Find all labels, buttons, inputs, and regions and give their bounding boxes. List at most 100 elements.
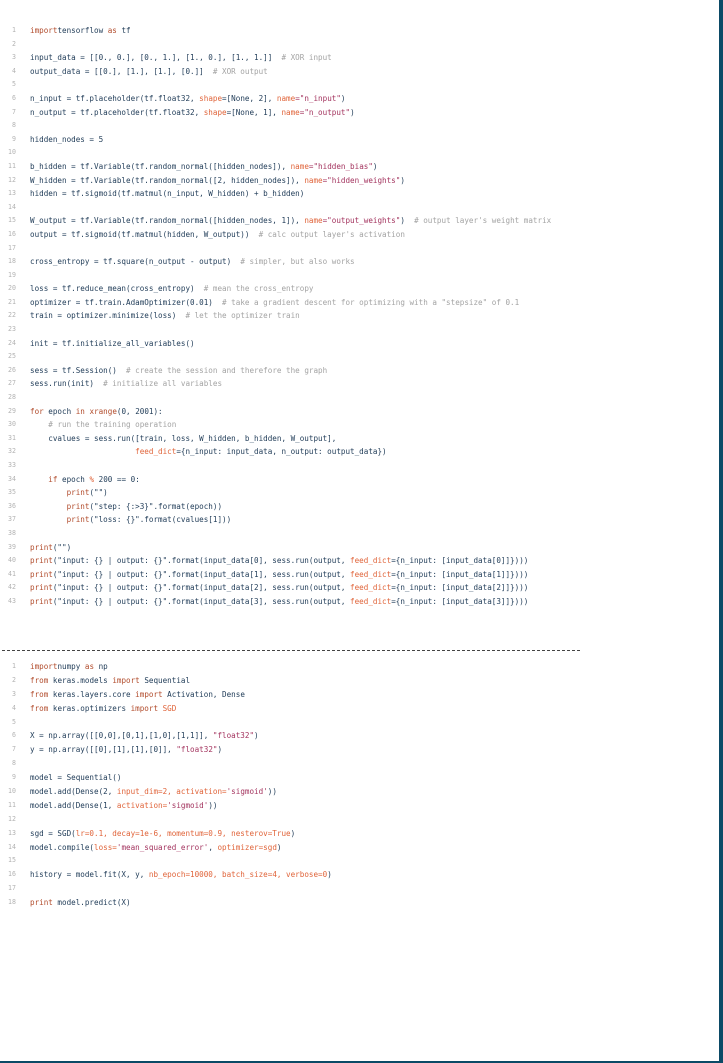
code-text: for epoch in xrange(0, 2001): [30, 405, 163, 419]
code-text: sess = tf.Session() # create the session… [30, 364, 327, 378]
code-line[interactable]: 14 [0, 201, 716, 215]
code-line[interactable]: 18 cross_entropy = tf.square(n_output - o… [0, 255, 716, 269]
code-line[interactable]: 2 from keras.models import Sequential [0, 674, 716, 688]
code-line[interactable]: 14 model.compile(loss='mean_squared_error… [0, 841, 716, 855]
code-line[interactable]: 8 [0, 757, 716, 771]
code-line[interactable]: 35 print("") [0, 486, 716, 500]
code-line[interactable]: 43 print("input: {} | output: {}".format(… [0, 595, 716, 609]
code-token: epoch [43, 406, 76, 416]
code-token: loss= [94, 842, 117, 852]
code-line[interactable]: 1 importtensorflow as tf [0, 24, 716, 38]
code-line[interactable]: 8 [0, 119, 716, 133]
code-line[interactable]: 11 model.add(Dense(1, activation='sigmoid… [0, 799, 716, 813]
code-line[interactable]: 10 [0, 146, 716, 160]
code-line[interactable]: 3 input_data = [[0., 0.], [0., 1.], [1., … [0, 51, 716, 65]
code-token: ={n_input: [input_data[3]]}))) [391, 596, 529, 606]
code-line[interactable]: 24 init = tf.initialize_all_variables() [0, 337, 716, 351]
code-line[interactable]: 16 output = tf.sigmoid(tf.matmul(hidden, … [0, 228, 716, 242]
code-line[interactable]: 32 feed_dict={n_input: input_data, n_out… [0, 445, 716, 459]
line-number: 5 [12, 717, 16, 726]
code-line[interactable]: 6 n_input = tf.placeholder(tf.float32, sh… [0, 92, 716, 106]
line-number: 34 [8, 474, 16, 483]
code-line[interactable]: 1 importnumpy as np [0, 660, 716, 674]
code-line[interactable]: 10 model.add(Dense(2, input_dim=2, activa… [0, 785, 716, 799]
code-line[interactable]: 5 [0, 716, 716, 730]
code-line[interactable]: 7 n_output = tf.placeholder(tf.float32, s… [0, 106, 716, 120]
line-number: 22 [8, 311, 16, 320]
code-token: 'mean_squared_error' [116, 842, 209, 852]
code-line[interactable]: 40 print("input: {} | output: {}".format(… [0, 554, 716, 568]
code-token: ) [276, 842, 282, 852]
code-line[interactable]: 4 from keras.optimizers import SGD [0, 702, 716, 716]
code-line[interactable]: 17 [0, 882, 716, 896]
line-number: 4 [12, 66, 16, 75]
code-line[interactable]: 15 [0, 854, 716, 868]
code-line[interactable]: 3 from keras.layers.core import Activatio… [0, 688, 716, 702]
line-number: 21 [8, 297, 16, 306]
code-token: ={n_input: [input_data[1]]}))) [391, 569, 529, 579]
code-line[interactable]: 28 [0, 391, 716, 405]
code-line[interactable]: 12 W_hidden = tf.Variable(tf.random_norma… [0, 174, 716, 188]
code-token: n_input = tf.placeholder(tf.float32, [30, 93, 200, 103]
code-line[interactable]: 9 hidden_nodes = 5 [0, 133, 716, 147]
line-number: 27 [8, 379, 16, 388]
code-line[interactable]: 21 optimizer = tf.train.AdamOptimizer(0.0… [0, 296, 716, 310]
line-number: 12 [8, 175, 16, 184]
code-token: ) [327, 870, 332, 880]
code-line[interactable]: 34 if epoch % 200 == 0: [0, 473, 716, 487]
code-token: ("input: {} | output: {}".format(input_d… [52, 556, 351, 566]
code-token: Sequential [139, 675, 191, 685]
code-token: in [75, 406, 85, 416]
code-line[interactable]: 7 y = np.array([[0],[1],[1],[0]], "float3… [0, 743, 716, 757]
code-line[interactable]: 30 # run the training operation [0, 418, 716, 432]
code-line[interactable]: 16 history = model.fit(X, y, nb_epoch=100… [0, 868, 716, 882]
code-line[interactable]: 39 print("") [0, 541, 716, 555]
code-line[interactable]: 36 print("step: {:>3}".format(epoch)) [0, 500, 716, 514]
code-line[interactable]: 18 print model.predict(X) [0, 896, 716, 910]
code-block-keras[interactable]: 1 importnumpy as np 2 from keras.models imp… [0, 660, 716, 910]
code-line[interactable]: 27 sess.run(init) # initialize all variab… [0, 377, 716, 391]
code-line[interactable]: 2 [0, 38, 716, 52]
code-line[interactable]: 26 sess = tf.Session() # create the sessi… [0, 364, 716, 378]
line-number: 8 [12, 121, 16, 130]
line-number: 39 [8, 542, 16, 551]
code-line[interactable]: 42 print("input: {} | output: {}".format(… [0, 581, 716, 595]
code-line[interactable]: 38 [0, 527, 716, 541]
code-token: )) [267, 787, 277, 797]
code-line[interactable]: 15 W_output = tf.Variable(tf.random_norma… [0, 214, 716, 228]
code-line[interactable]: 31 cvalues = sess.run([train, loss, W_hi… [0, 432, 716, 446]
code-line[interactable]: 6 X = np.array([[0,0],[0,1],[1,0],[1,1]],… [0, 729, 716, 743]
code-line[interactable]: 23 [0, 323, 716, 337]
code-line[interactable]: 33 [0, 459, 716, 473]
line-number: 14 [8, 842, 16, 851]
line-number: 31 [8, 433, 16, 442]
code-line[interactable]: 25 [0, 350, 716, 364]
code-block-tensorflow[interactable]: 1 importtensorflow as tf 2 3 input_data = [[… [0, 24, 716, 609]
code-token: 'sigmoid' [226, 787, 268, 797]
code-token: as [107, 26, 117, 35]
code-line[interactable]: 11 b_hidden = tf.Variable(tf.random_norma… [0, 160, 716, 174]
code-line[interactable]: 4 output_data = [[0.], [1.], [1.], [0.]] … [0, 65, 716, 79]
code-line[interactable]: 37 print("loss: {}".format(cvalues[1])) [0, 513, 716, 527]
code-text: importtensorflow as tf [30, 24, 131, 38]
code-token: feed_dict [350, 569, 392, 579]
code-line[interactable]: 17 [0, 242, 716, 256]
code-line[interactable]: 13 hidden = tf.sigmoid(tf.matmul(n_input,… [0, 187, 716, 201]
code-line[interactable]: 19 [0, 269, 716, 283]
code-token: # calc output layer's activation [258, 229, 405, 239]
code-line[interactable]: 12 [0, 813, 716, 827]
code-token: name [281, 107, 300, 117]
code-token: # take a gradient descent for optimizing… [222, 297, 520, 307]
code-line[interactable]: 22 train = optimizer.minimize(loss) # let… [0, 309, 716, 323]
code-line[interactable]: 5 [0, 78, 716, 92]
code-token: epoch [57, 474, 90, 484]
code-line[interactable]: 9 model = Sequential() [0, 771, 716, 785]
code-line[interactable]: 29 for epoch in xrange(0, 2001): [0, 405, 716, 419]
code-token: hidden = tf.sigmoid(tf.matmul(n_input, W… [30, 189, 305, 199]
code-line[interactable]: 20 loss = tf.reduce_mean(cross_entropy) #… [0, 282, 716, 296]
code-token: ) [290, 828, 296, 838]
line-number: 26 [8, 365, 16, 374]
code-line[interactable]: 41 print("input: {} | output: {}".format(… [0, 568, 716, 582]
code-line[interactable]: 13 sgd = SGD(lr=0.1, decay=1e-6, momentum… [0, 827, 716, 841]
